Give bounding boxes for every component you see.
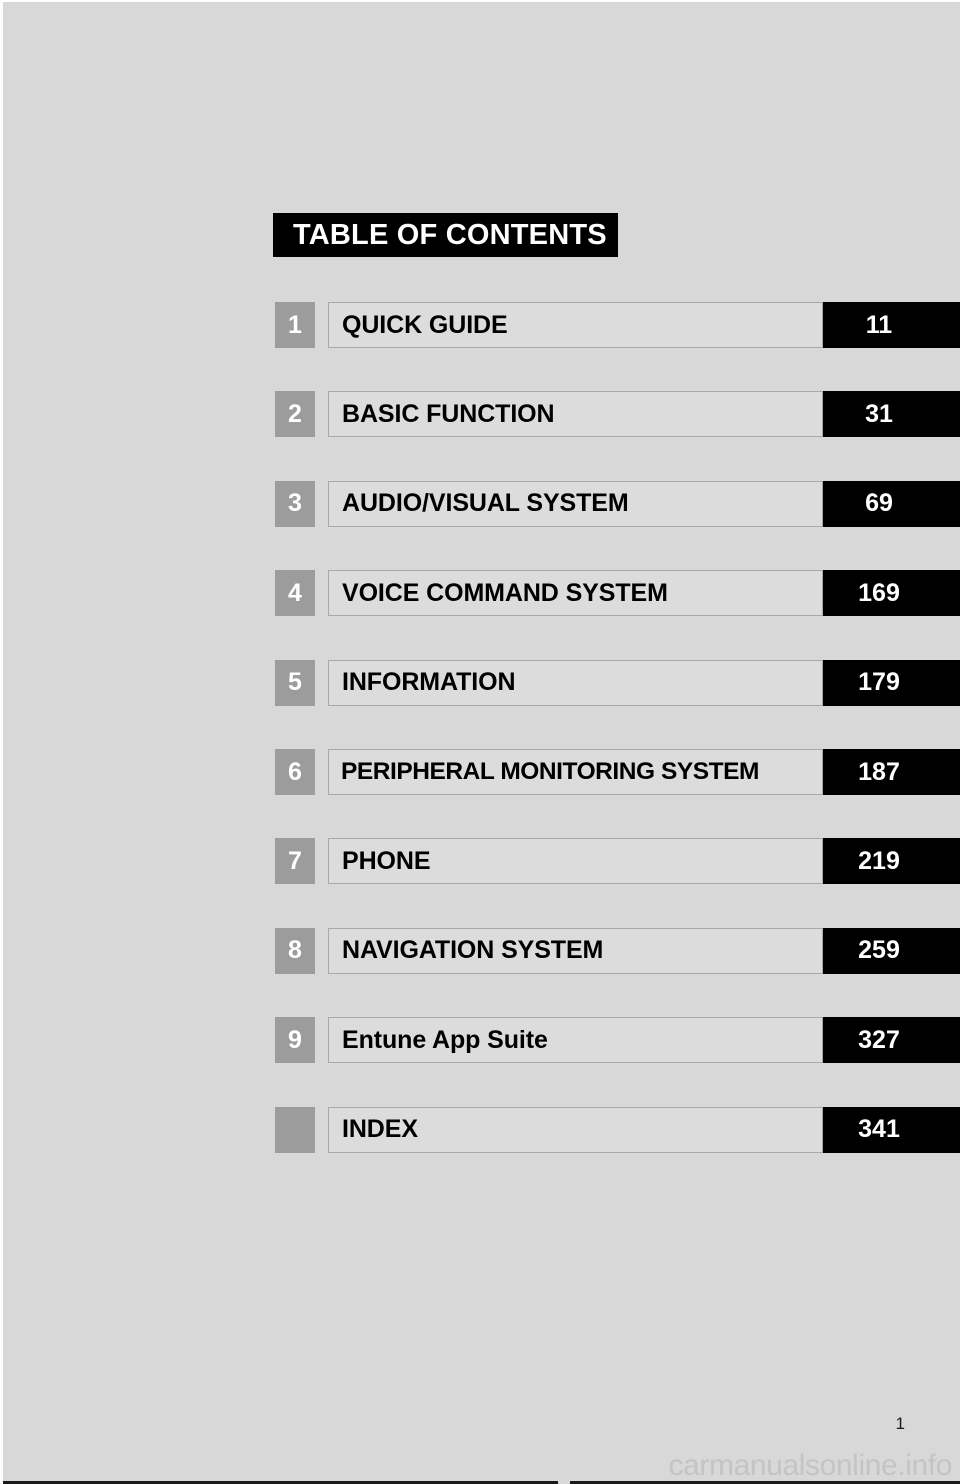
toc-row[interactable]: 3 AUDIO/VISUAL SYSTEM 69: [275, 480, 960, 527]
toc-row[interactable]: 7 PHONE 219: [275, 838, 960, 885]
chapter-title[interactable]: BASIC FUNCTION: [328, 391, 823, 438]
chapter-number-badge: 6: [275, 749, 315, 795]
chapter-number-badge: [275, 1106, 315, 1153]
chapter-title[interactable]: PHONE: [328, 838, 823, 885]
toc-row[interactable]: 4 VOICE COMMAND SYSTEM 169: [275, 570, 960, 617]
chapter-page-number[interactable]: 341: [823, 1106, 960, 1153]
chapter-page-number[interactable]: 69: [823, 480, 960, 527]
toc-page: TABLE OF CONTENTS 1 QUICK GUIDE 11 2 BASIC F…: [0, 0, 960, 1484]
chapter-title[interactable]: PERIPHERAL MONITORING SYSTEM: [328, 749, 823, 795]
toc-row[interactable]: 5 INFORMATION 179: [275, 659, 960, 706]
chapter-number-badge: 3: [275, 480, 315, 527]
toc-row[interactable]: 6 PERIPHERAL MONITORING SYSTEM 187: [275, 749, 960, 795]
chapter-title[interactable]: Entune App Suite: [328, 1017, 823, 1064]
chapter-number-badge: 1: [275, 302, 315, 348]
chapter-page-number[interactable]: 187: [823, 749, 960, 795]
chapter-title[interactable]: VOICE COMMAND SYSTEM: [328, 570, 823, 617]
folio-number: 1: [895, 1414, 905, 1433]
watermark: carmanualsonline.info: [668, 1449, 953, 1482]
chapter-title[interactable]: AUDIO/VISUAL SYSTEM: [328, 480, 823, 527]
toc-row[interactable]: 9 Entune App Suite 327: [275, 1017, 960, 1064]
chapter-title[interactable]: INDEX: [328, 1106, 823, 1153]
chapter-number-badge: 5: [275, 659, 315, 706]
toc-row[interactable]: 2 BASIC FUNCTION 31: [275, 391, 960, 438]
chapter-page-number[interactable]: 169: [823, 570, 960, 617]
page-title: TABLE OF CONTENTS: [273, 213, 618, 257]
chapter-title[interactable]: NAVIGATION SYSTEM: [328, 927, 823, 974]
chapter-page-number[interactable]: 31: [823, 391, 960, 438]
toc-row[interactable]: 1 QUICK GUIDE 11: [275, 302, 960, 348]
chapter-number-badge: 2: [275, 391, 315, 438]
chapter-number-badge: 8: [275, 927, 315, 974]
chapter-title[interactable]: QUICK GUIDE: [328, 302, 823, 348]
chapter-number-badge: 9: [275, 1017, 315, 1064]
chapter-page-number[interactable]: 219: [823, 838, 960, 885]
chapter-page-number[interactable]: 327: [823, 1017, 960, 1064]
toc-row[interactable]: INDEX 341: [275, 1106, 960, 1153]
chapter-number-badge: 7: [275, 838, 315, 885]
chapter-title[interactable]: INFORMATION: [328, 659, 823, 706]
chapter-number-badge: 4: [275, 570, 315, 617]
toc-row[interactable]: 8 NAVIGATION SYSTEM 259: [275, 927, 960, 974]
chapter-page-number[interactable]: 259: [823, 927, 960, 974]
chapter-page-number[interactable]: 11: [823, 302, 960, 348]
chapter-page-number[interactable]: 179: [823, 659, 960, 706]
